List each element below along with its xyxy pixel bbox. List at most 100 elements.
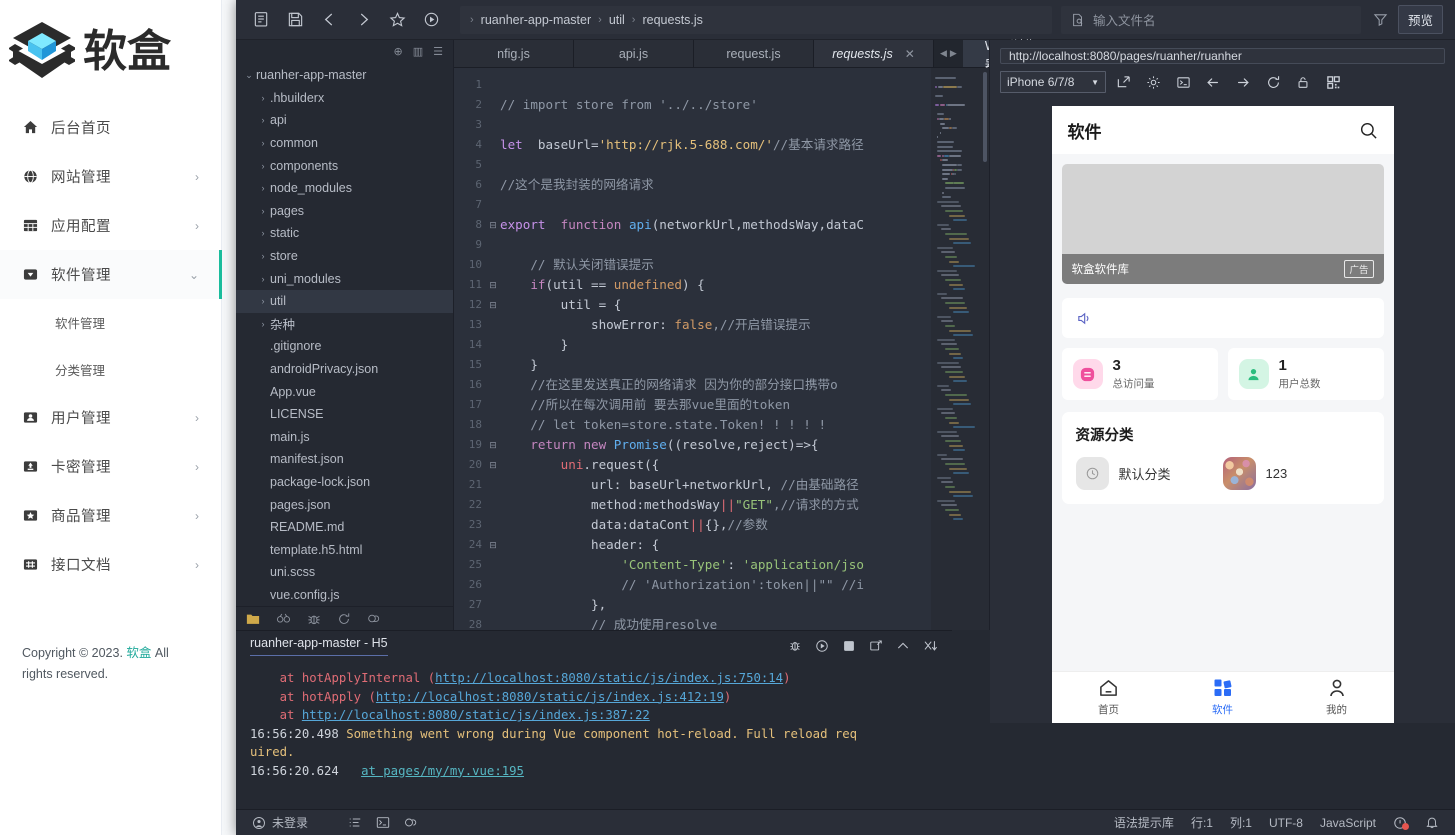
fold-marker[interactable]: ⊟ bbox=[486, 295, 500, 315]
bell-icon[interactable] bbox=[1425, 815, 1439, 830]
popout-icon[interactable] bbox=[1110, 71, 1136, 93]
code-content[interactable]: // import store from '../../store'let ba… bbox=[500, 68, 931, 630]
tree-file[interactable]: uni.scss bbox=[236, 561, 453, 584]
tree-folder[interactable]: ›node_modules bbox=[236, 177, 453, 200]
back-icon[interactable] bbox=[312, 6, 346, 34]
tabbar-item-home[interactable]: 首页 bbox=[1052, 672, 1166, 723]
console-link[interactable]: http://localhost:8080/static/js/index.js… bbox=[302, 708, 650, 722]
tabbar-item-software[interactable]: 软件 bbox=[1166, 672, 1280, 723]
tree-folder[interactable]: ›杂种 bbox=[236, 313, 453, 336]
preview-url-input[interactable]: http://localhost:8080/pages/ruanher/ruan… bbox=[1000, 48, 1445, 64]
stop-icon[interactable] bbox=[842, 639, 856, 653]
sync-icon[interactable] bbox=[337, 612, 351, 626]
brand-logo[interactable]: 软盒 bbox=[0, 0, 221, 95]
fold-marker[interactable]: ⊟ bbox=[486, 535, 500, 555]
editor-tab-request[interactable]: request.js bbox=[694, 40, 814, 67]
tree-file[interactable]: README.md bbox=[236, 516, 453, 539]
category-item-123[interactable]: 123 bbox=[1223, 457, 1370, 490]
tree-folder[interactable]: ›static bbox=[236, 222, 453, 245]
sidebar-item-dashboard[interactable]: 后台首页 bbox=[0, 103, 221, 152]
layout-icon[interactable]: ▥ bbox=[413, 45, 423, 58]
cloud-icon[interactable] bbox=[367, 612, 382, 625]
terminal-icon[interactable] bbox=[376, 816, 390, 829]
console-link[interactable]: http://localhost:8080/static/js/index.js… bbox=[435, 671, 783, 685]
lock-icon[interactable] bbox=[1290, 71, 1316, 93]
tree-file[interactable]: .gitignore bbox=[236, 335, 453, 358]
tree-root[interactable]: ⌄ ruanher-app-master bbox=[236, 64, 453, 87]
clear-icon[interactable] bbox=[923, 639, 938, 653]
sidebar-subitem-software-manage[interactable]: 软件管理 bbox=[0, 299, 221, 346]
sidebar-item-website[interactable]: 网站管理 › bbox=[0, 152, 221, 201]
fold-marker[interactable]: ⊟ bbox=[486, 215, 500, 235]
fold-marker[interactable]: ⊟ bbox=[486, 455, 500, 475]
editor-tab-api[interactable]: api.js bbox=[574, 40, 694, 67]
fold-gutter[interactable]: ⊟⊟⊟⊟⊟⊟ bbox=[486, 68, 500, 630]
tree-folder[interactable]: ›store bbox=[236, 245, 453, 268]
export-icon[interactable] bbox=[869, 639, 883, 653]
tree-folder[interactable]: ›pages bbox=[236, 200, 453, 223]
console-link[interactable]: http://localhost:8080/static/js/index.js… bbox=[376, 690, 724, 704]
rerun-icon[interactable] bbox=[815, 639, 829, 653]
star-icon[interactable] bbox=[380, 6, 414, 34]
breadcrumb-item-1[interactable]: util bbox=[609, 13, 625, 27]
stat-card-users[interactable]: 1 用户总数 bbox=[1228, 348, 1384, 400]
preview-button[interactable]: 预览 bbox=[1398, 5, 1443, 34]
tree-folder[interactable]: ›components bbox=[236, 154, 453, 177]
mobile-app-preview[interactable]: 软件 软盒软件库 广告 bbox=[1052, 106, 1394, 723]
tab-prev-icon[interactable]: ◀ bbox=[940, 48, 947, 59]
console-link[interactable]: at pages/my/my.vue:195 bbox=[361, 764, 524, 778]
project-tree[interactable]: ⌄ ruanher-app-master ›.hbuilderx ›api ›c… bbox=[236, 62, 453, 606]
tree-file[interactable]: LICENSE bbox=[236, 403, 453, 426]
tab-nav-arrows[interactable]: ◀ ▶ bbox=[934, 40, 963, 67]
code-minimap[interactable] bbox=[931, 68, 989, 630]
copyright-brand-link[interactable]: 软盒 bbox=[126, 646, 151, 660]
filter-icon[interactable] bbox=[1373, 12, 1388, 27]
tree-file[interactable]: main.js bbox=[236, 426, 453, 449]
login-status[interactable]: 未登录 bbox=[252, 814, 308, 831]
tree-file[interactable]: App.vue bbox=[236, 380, 453, 403]
debug-icon[interactable] bbox=[276, 612, 291, 625]
tree-file[interactable]: package-lock.json bbox=[236, 471, 453, 494]
bug-icon[interactable] bbox=[788, 639, 802, 653]
breadcrumb-item-0[interactable]: ruanher-app-master bbox=[481, 13, 591, 27]
category-item-default[interactable]: 默认分类 bbox=[1076, 457, 1223, 490]
tree-folder[interactable]: ›uni_modules bbox=[236, 267, 453, 290]
tree-file[interactable]: androidPrivacy.json bbox=[236, 358, 453, 381]
fold-marker[interactable]: ⊟ bbox=[486, 275, 500, 295]
forward-icon[interactable] bbox=[346, 6, 380, 34]
sidebar-item-software[interactable]: 软件管理 ⌄ bbox=[0, 250, 221, 299]
bug-icon[interactable] bbox=[307, 612, 321, 626]
status-language[interactable]: JavaScript bbox=[1320, 816, 1376, 830]
device-selector[interactable]: iPhone 6/7/8 ▼ bbox=[1000, 71, 1106, 93]
sidebar-item-appconfig[interactable]: 应用配置 › bbox=[0, 201, 221, 250]
collapse-icon[interactable] bbox=[896, 639, 910, 653]
save-icon[interactable] bbox=[278, 6, 312, 34]
status-encoding[interactable]: UTF-8 bbox=[1269, 816, 1303, 830]
sidebar-item-apidocs[interactable]: 接口文档 › bbox=[0, 540, 221, 589]
globe-icon[interactable] bbox=[404, 816, 419, 829]
tree-file[interactable]: vue.config.js bbox=[236, 584, 453, 606]
tree-file[interactable]: manifest.json bbox=[236, 448, 453, 471]
tree-folder-util[interactable]: ›util bbox=[236, 290, 453, 313]
code-editor[interactable]: 1234567891011121314151617181920212223242… bbox=[454, 68, 989, 630]
sidebar-item-cardkey[interactable]: 卡密管理 › bbox=[0, 442, 221, 491]
sidebar-item-users[interactable]: 用户管理 › bbox=[0, 393, 221, 442]
qrcode-icon[interactable] bbox=[1320, 71, 1346, 93]
fold-marker[interactable]: ⊟ bbox=[486, 435, 500, 455]
menu-icon[interactable]: ☰ bbox=[433, 45, 443, 58]
tab-next-icon[interactable]: ▶ bbox=[950, 48, 957, 59]
breadcrumb-item-2[interactable]: requests.js bbox=[642, 13, 702, 27]
breadcrumb[interactable]: › ruanher-app-master › util › requests.j… bbox=[460, 6, 1052, 34]
editor-tab-config[interactable]: nfig.js bbox=[454, 40, 574, 67]
tree-folder[interactable]: ›api bbox=[236, 109, 453, 132]
tree-folder[interactable]: ›.hbuilderx bbox=[236, 87, 453, 110]
sidebar-subitem-category-manage[interactable]: 分类管理 bbox=[0, 346, 221, 393]
notice-bar[interactable] bbox=[1062, 298, 1384, 338]
gear-icon[interactable] bbox=[1140, 71, 1166, 93]
status-syntax-lib[interactable]: 语法提示库 bbox=[1114, 814, 1174, 831]
tree-file[interactable]: template.h5.html bbox=[236, 538, 453, 561]
tree-folder[interactable]: ›common bbox=[236, 132, 453, 155]
minimap-scrollbar[interactable] bbox=[983, 72, 987, 162]
stat-card-visits[interactable]: 3 总访问量 bbox=[1062, 348, 1218, 400]
back-icon[interactable] bbox=[1200, 71, 1226, 93]
